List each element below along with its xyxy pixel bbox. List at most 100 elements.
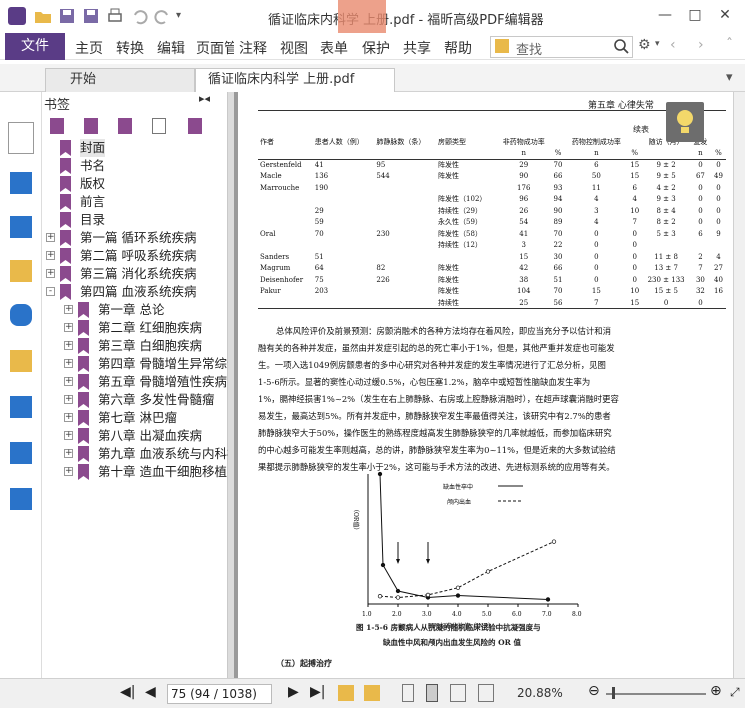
table-cell: 0 (716, 183, 721, 192)
pages-panel-icon[interactable] (8, 122, 34, 154)
facing-page-icon[interactable] (450, 684, 466, 702)
print-icon[interactable] (106, 7, 124, 25)
document-view[interactable]: 第五章 心律失常 续表 作者 患者人数（例） 肺静脉数（条） 房颤类型 非药物成功率 药物… (234, 92, 745, 678)
continuous-facing-icon[interactable] (478, 684, 494, 702)
tab-start-label: 开始 (70, 72, 97, 87)
table-row: Deisenhofer 75 226 阵发性 38 51 0 0 230 ± 133 30 40 (258, 274, 726, 286)
continuous-page-icon[interactable] (426, 684, 438, 702)
collapse-ribbon-icon[interactable]: ˆ (726, 37, 733, 53)
expand-toggle-icon[interactable]: + (64, 305, 73, 314)
single-page-icon[interactable] (402, 684, 414, 702)
menu-share[interactable]: 共享 (403, 38, 431, 58)
nav-back-icon[interactable]: ‹ (670, 37, 676, 53)
zoom-slider-handle[interactable] (612, 687, 615, 699)
expand-toggle-icon[interactable]: + (64, 431, 73, 440)
menu-view[interactable]: 视图 (280, 38, 308, 58)
open-folder-icon[interactable] (34, 7, 52, 25)
expand-toggle-icon[interactable]: + (46, 269, 55, 278)
table-cell: 0 (716, 161, 721, 169)
bookmark-label: 第四篇 血液系统疾病 (80, 284, 197, 299)
menu-form[interactable]: 表单 (320, 38, 348, 58)
save-icon[interactable] (58, 7, 76, 25)
expand-toggle-icon[interactable]: + (46, 233, 55, 242)
expand-toggle-icon[interactable]: + (64, 449, 73, 458)
table-cell: 0 (632, 229, 637, 238)
table-cell: Pakur (260, 287, 281, 296)
security-lock-icon[interactable] (10, 350, 32, 372)
expand-toggle-icon[interactable]: + (64, 341, 73, 350)
page-scrollbar[interactable] (733, 92, 745, 678)
document-properties-icon[interactable] (10, 396, 32, 418)
settings-dropdown-icon[interactable]: ▾ (655, 39, 660, 49)
data-table: 作者患者人数（例）肺静脉数（条）房颤类型非药物成功率药物控制成功率随访（月）复发… (258, 136, 726, 309)
menu-help[interactable]: 帮助 (444, 38, 472, 58)
maximize-icon[interactable]: □ (684, 5, 706, 25)
expand-toggle-icon[interactable]: - (46, 287, 55, 296)
zoom-level[interactable]: 20.88% (517, 686, 563, 700)
document-tab-bar: 开始 循证临床内科学 上册.pdf ▾ (0, 64, 745, 92)
bookmark-page-icon[interactable] (152, 118, 166, 134)
go-to-bookmark-icon[interactable] (118, 118, 132, 134)
add-bookmark-icon[interactable] (84, 118, 98, 134)
zoom-in-icon[interactable]: ⊕ (710, 683, 722, 699)
table-cell: 10 (630, 287, 640, 296)
table-row: Gerstenfeld 41 95 阵发性 29 70 6 15 9 ± 2 0 0 (258, 159, 726, 171)
menu-protect[interactable]: 保护 (362, 38, 390, 58)
table-cell (710, 297, 726, 309)
attachment-icon[interactable] (10, 304, 32, 326)
x-tick-label: 4.0 (452, 611, 462, 618)
nav-forward-icon[interactable]: › (698, 37, 704, 53)
tips-lightbulb-icon[interactable] (666, 102, 704, 142)
form-fields-icon[interactable] (10, 442, 32, 464)
comments-icon[interactable] (10, 260, 32, 282)
search-box[interactable]: 查找 (490, 36, 633, 58)
redo-icon[interactable] (154, 7, 172, 25)
table-cell: 104 (517, 287, 531, 296)
section-heading: （五）起搏治疗 (276, 658, 332, 668)
customize-dropdown-icon[interactable]: ▾ (176, 7, 194, 25)
gear-icon[interactable]: ⚙ (638, 37, 651, 53)
undo-icon[interactable] (130, 7, 148, 25)
expand-toggle-icon[interactable]: + (64, 323, 73, 332)
save-as-icon[interactable] (82, 7, 100, 25)
menu-convert[interactable]: 转换 (116, 38, 144, 58)
menu-file[interactable]: 文件 (5, 33, 65, 60)
expand-toggle-icon[interactable]: + (64, 359, 73, 368)
zoom-out-icon[interactable]: ⊖ (588, 683, 600, 699)
menu-page-manage[interactable]: 页面管理 (196, 38, 234, 58)
paragraph-line: 易发生，最高达到5%。所有并发症中，肺静脉狭窄发生率最值得关注，该研究中有2.7… (258, 411, 611, 421)
previous-page-icon[interactable]: ◀ (145, 684, 156, 700)
expand-toggle-icon[interactable]: + (64, 377, 73, 386)
expand-toggle-icon[interactable]: + (64, 395, 73, 404)
tools-icon[interactable] (10, 488, 32, 510)
tab-start[interactable]: 开始 (45, 68, 195, 92)
next-view-icon[interactable] (364, 685, 380, 701)
bookmark-properties-icon[interactable] (188, 118, 202, 134)
next-page-icon[interactable]: ▶ (288, 684, 299, 700)
search-icon[interactable] (613, 38, 629, 58)
tab-list-icon[interactable]: ▾ (726, 70, 733, 85)
table-cell: 3 (521, 241, 526, 250)
layers-copy-icon[interactable] (10, 172, 32, 194)
menu-edit[interactable]: 编辑 (157, 38, 185, 58)
layers-icon[interactable] (10, 216, 32, 238)
tab-document[interactable]: 循证临床内科学 上册.pdf (195, 68, 395, 92)
expand-toggle-icon[interactable]: + (64, 413, 73, 422)
table-cell: 70 (314, 229, 324, 238)
menu-comment[interactable]: 注释 (239, 38, 267, 58)
minimize-icon[interactable]: — (654, 5, 676, 25)
fullscreen-icon[interactable]: ⤢ (730, 685, 740, 700)
last-page-icon[interactable]: ▶| (310, 684, 325, 700)
previous-view-icon[interactable] (338, 685, 354, 701)
zoom-slider-track[interactable] (606, 693, 706, 695)
expand-toggle-icon[interactable]: + (64, 467, 73, 476)
first-page-icon[interactable]: ◀| (120, 684, 135, 700)
collapse-panel-icon[interactable]: ▸◂ (199, 92, 210, 105)
table-cell: 15 ± 5 (654, 287, 678, 296)
table-cell: 15 (519, 252, 529, 261)
expand-toggle-icon[interactable]: + (46, 251, 55, 260)
close-icon[interactable]: ✕ (714, 5, 736, 25)
delete-bookmark-icon[interactable] (50, 118, 64, 134)
page-number-input[interactable]: 75 (94 / 1038) (167, 684, 272, 704)
menu-home[interactable]: 主页 (75, 38, 103, 58)
